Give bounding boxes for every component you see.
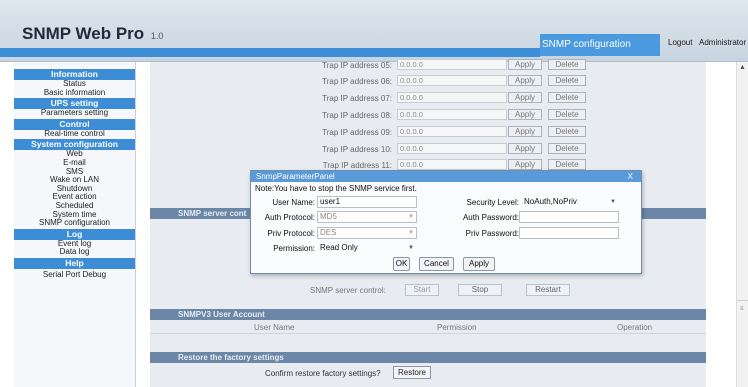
trap-row: Trap IP address 09: 0.0.0.0 Apply Delete <box>150 125 706 139</box>
divider <box>150 333 706 334</box>
snmp-parameter-dialog: SnmpParameterPanel X Note:You have to st… <box>250 170 642 274</box>
trap-ip-input[interactable]: 0.0.0.0 <box>397 126 507 137</box>
dialog-note: Note:You have to stop the SNMP service f… <box>255 184 417 193</box>
trap-label: Trap IP address 06: <box>322 77 392 86</box>
current-user: Administrator <box>699 38 747 47</box>
priv-protocol-label: Priv Protocol: <box>267 229 315 238</box>
trap-delete-button[interactable]: Delete <box>548 126 586 137</box>
sidebar-item-basic-information[interactable]: Basic information <box>14 88 135 98</box>
snmpv3-user-account-bar: SNMPV3 User Account <box>150 309 706 320</box>
scroll-up-icon[interactable]: ▲ <box>739 64 746 71</box>
trap-apply-button[interactable]: Apply <box>508 126 542 137</box>
user-name-label: User Name: <box>272 198 315 207</box>
trap-delete-button[interactable]: Delete <box>548 92 586 103</box>
priv-protocol-value: DES <box>320 228 337 237</box>
trap-ip-input[interactable]: 0.0.0.0 <box>397 75 507 86</box>
trap-delete-button[interactable]: Delete <box>548 159 586 170</box>
stop-button[interactable]: Stop <box>458 284 502 296</box>
auth-password-label: Auth Password: <box>462 213 519 222</box>
column-user-name: User Name <box>254 323 295 332</box>
apply-button[interactable]: Apply <box>463 257 495 271</box>
restart-button[interactable]: Restart <box>526 284 570 296</box>
security-level-select[interactable]: NoAuth,NoPriv ▼ <box>521 196 619 208</box>
security-level-label: Security Level: <box>466 198 519 207</box>
trap-apply-button[interactable]: Apply <box>508 109 542 120</box>
section-title: SNMPV3 User Account <box>178 310 265 319</box>
trap-label: Trap IP address 05: <box>322 61 392 70</box>
trap-ip-input[interactable]: 0.0.0.0 <box>397 143 507 154</box>
user-name-field[interactable]: user1 <box>317 196 417 208</box>
logout-link[interactable]: Logout <box>668 38 692 47</box>
close-icon[interactable]: X <box>628 171 633 182</box>
trap-row: Trap IP address 05: 0.0.0.0 Apply Delete <box>150 58 706 72</box>
restore-label: Confirm restore factory settings? <box>265 369 381 378</box>
section-title: SNMP server cont <box>178 209 247 218</box>
auth-protocol-value: MD5 <box>320 212 337 221</box>
restore-button[interactable]: Restore <box>393 366 431 379</box>
trap-apply-button[interactable]: Apply <box>508 75 542 86</box>
column-operation: Operation <box>617 323 653 332</box>
app-version: 1.0 <box>150 31 164 41</box>
scrollbar[interactable]: ▲ ≡ <box>736 62 748 387</box>
column-permission: Permission <box>437 323 477 332</box>
trap-apply-button[interactable]: Apply <box>508 143 542 154</box>
chevron-down-icon: ▼ <box>408 214 414 220</box>
permission-select[interactable]: Read Only ▼ <box>317 242 417 254</box>
sidebar-item-snmp-configuration[interactable]: SNMP configuration <box>14 219 135 228</box>
start-button[interactable]: Start <box>405 284 439 296</box>
trap-label: Trap IP address 07: <box>322 94 392 103</box>
priv-password-label: Priv Password: <box>465 229 519 238</box>
trap-apply-button[interactable]: Apply <box>508 92 542 103</box>
chevron-down-icon: ▼ <box>408 245 414 251</box>
cancel-button[interactable]: Cancel <box>419 257 454 271</box>
sidebar: Information Status Basic information UPS… <box>14 62 136 387</box>
scroll-grip-icon[interactable]: ≡ <box>740 306 744 312</box>
restore-factory-bar: Restore the factory settings <box>150 352 706 363</box>
permission-label: Permission: <box>273 244 315 253</box>
trap-ip-input[interactable]: 0.0.0.0 <box>397 59 507 70</box>
priv-protocol-select[interactable]: DES ▼ <box>317 227 417 239</box>
trap-ip-input[interactable]: 0.0.0.0 <box>397 92 507 103</box>
sidebar-item-data-log[interactable]: Data log <box>14 248 135 257</box>
trap-row: Trap IP address 10: 0.0.0.0 Apply Delete <box>150 142 706 156</box>
trap-ip-input[interactable]: 0.0.0.0 <box>397 159 507 170</box>
section-title: Restore the factory settings <box>178 353 284 362</box>
auth-password-field[interactable] <box>519 211 619 223</box>
ok-button[interactable]: OK <box>393 257 410 271</box>
dialog-title: SnmpParameterPanel <box>256 172 335 181</box>
trap-apply-button[interactable]: Apply <box>508 159 542 170</box>
auth-protocol-label: Auth Protocol: <box>264 213 315 222</box>
header: SNMP Web Pro 1.0 SNMP configuration Logo… <box>0 0 748 62</box>
divider <box>737 300 748 301</box>
trap-label: Trap IP address 09: <box>322 128 392 137</box>
sidebar-item-serial-port-debug[interactable]: Serial Port Debug <box>14 270 135 280</box>
permission-value: Read Only <box>320 243 358 252</box>
chevron-down-icon: ▼ <box>408 230 414 236</box>
trap-label: Trap IP address 08: <box>322 111 392 120</box>
chevron-down-icon: ▼ <box>610 199 616 205</box>
trap-label: Trap IP address 11: <box>322 161 392 170</box>
trap-delete-button[interactable]: Delete <box>548 109 586 120</box>
header-accent-bar <box>0 48 540 57</box>
sidebar-item-parameters-setting[interactable]: Parameters setting <box>14 109 135 118</box>
dialog-title-bar[interactable]: SnmpParameterPanel X <box>251 171 641 182</box>
trap-row: Trap IP address 07: 0.0.0.0 Apply Delete <box>150 91 706 105</box>
server-control-label: SNMP server control: <box>310 286 386 295</box>
trap-delete-button[interactable]: Delete <box>548 75 586 86</box>
trap-ip-input[interactable]: 0.0.0.0 <box>397 109 507 120</box>
app-title: SNMP Web Pro 1.0 <box>22 24 164 43</box>
trap-delete-button[interactable]: Delete <box>548 143 586 154</box>
trap-apply-button[interactable]: Apply <box>508 59 542 70</box>
trap-label: Trap IP address 10: <box>322 145 392 154</box>
trap-delete-button[interactable]: Delete <box>548 59 586 70</box>
page-title: SNMP configuration <box>540 34 660 56</box>
sidebar-item-real-time-control[interactable]: Real-time control <box>14 129 135 139</box>
security-level-value: NoAuth,NoPriv <box>524 197 577 206</box>
priv-password-field[interactable] <box>519 227 619 239</box>
trap-row: Trap IP address 06: 0.0.0.0 Apply Delete <box>150 74 706 88</box>
trap-row: Trap IP address 08: 0.0.0.0 Apply Delete <box>150 108 706 122</box>
auth-protocol-select[interactable]: MD5 ▼ <box>317 211 417 223</box>
sidebar-section-help[interactable]: Help <box>14 257 135 269</box>
